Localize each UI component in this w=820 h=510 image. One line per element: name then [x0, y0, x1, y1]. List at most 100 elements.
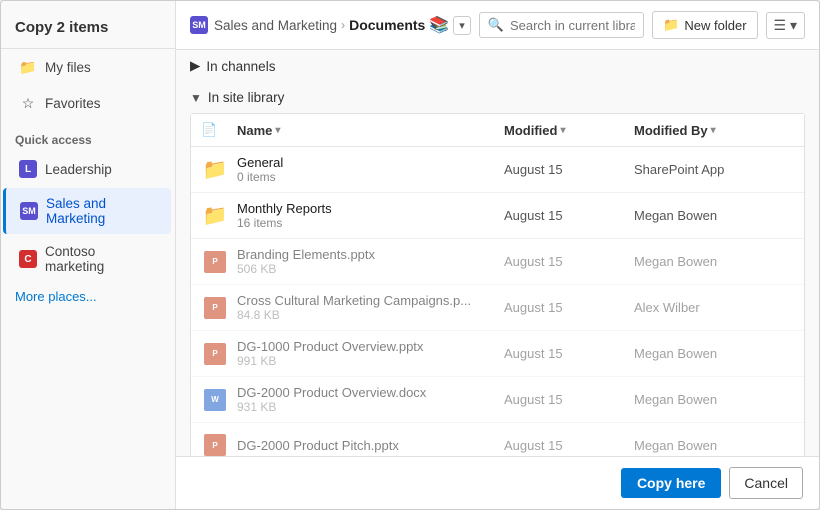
table-row[interactable]: 📁 General 0 items August 15 SharePoint A…	[191, 147, 804, 193]
new-folder-icon: 📁	[663, 17, 679, 33]
folder-dropdown-button[interactable]: ▾	[453, 16, 471, 35]
table-row[interactable]: P DG-1000 Product Overview.pptx 991 KB A…	[191, 331, 804, 377]
table-header: 📄 Name ▾ Modified ▾ Modified By ▾	[191, 114, 804, 147]
docx-icon: W	[201, 386, 229, 414]
modified-date: August 15	[504, 254, 634, 269]
new-folder-button[interactable]: 📁 New folder	[652, 11, 757, 39]
file-sub: 991 KB	[237, 354, 504, 368]
search-box: 🔍	[479, 12, 644, 38]
in-site-library-row[interactable]: ▼ In site library	[176, 82, 819, 113]
right-content: ▶ In channels ▼ In site library 📄 Name ▾	[176, 50, 819, 509]
dialog-footer: Copy here Cancel	[176, 456, 819, 509]
file-name: Branding Elements.pptx	[237, 247, 504, 262]
modified-by-sort-icon: ▾	[711, 125, 716, 136]
contoso-icon: C	[19, 250, 37, 268]
in-channels-caret: ▶	[190, 58, 200, 74]
in-site-caret: ▼	[190, 91, 202, 105]
col-modified[interactable]: Modified ▾	[504, 123, 634, 138]
in-site-label: In site library	[208, 90, 285, 105]
sidebar-item-sales-marketing[interactable]: SM Sales and Marketing	[3, 188, 171, 234]
sidebar-item-sales-marketing-label: Sales and Marketing	[46, 196, 157, 226]
sidebar-item-leadership[interactable]: L Leadership	[5, 152, 171, 186]
cancel-button[interactable]: Cancel	[729, 467, 803, 499]
copy-dialog: Copy 2 items 📁 My files ☆ Favorites Quic…	[0, 0, 820, 510]
modified-by: Megan Bowen	[634, 346, 794, 361]
in-channels-row[interactable]: ▶ In channels	[176, 50, 819, 82]
leadership-icon: L	[19, 160, 37, 178]
pptx-icon: P	[201, 431, 229, 459]
modified-by: Megan Bowen	[634, 392, 794, 407]
modified-by: Megan Bowen	[634, 208, 794, 223]
col-name-label: Name	[237, 123, 272, 138]
modified-sort-icon: ▾	[560, 125, 565, 136]
my-files-icon: 📁	[19, 58, 37, 76]
documents-icon: 📚	[429, 15, 449, 35]
nav-my-files-label: My files	[45, 60, 91, 75]
file-type-icon: 📄	[201, 122, 217, 138]
pptx-icon: P	[201, 294, 229, 322]
modified-date: August 15	[504, 438, 634, 453]
table-row[interactable]: P Cross Cultural Marketing Campaigns.p..…	[191, 285, 804, 331]
right-panel: SM Sales and Marketing › Documents 📚 ▾ 🔍…	[176, 1, 819, 509]
modified-date: August 15	[504, 392, 634, 407]
menu-icon: ☰ ▾	[774, 17, 797, 33]
table-row[interactable]: 📁 Monthly Reports 16 items August 15 Meg…	[191, 193, 804, 239]
file-name: Monthly Reports	[237, 201, 504, 216]
more-places-link[interactable]: More places...	[1, 283, 175, 310]
site-name: Sales and Marketing	[214, 18, 337, 33]
sidebar-item-leadership-label: Leadership	[45, 162, 112, 177]
copy-here-button[interactable]: Copy here	[621, 468, 721, 498]
breadcrumb: SM Sales and Marketing › Documents 📚 ▾	[190, 15, 471, 35]
modified-date: August 15	[504, 162, 634, 177]
pptx-icon: P	[201, 340, 229, 368]
nav-favorites[interactable]: ☆ Favorites	[5, 86, 171, 120]
col-name[interactable]: Name ▾	[237, 123, 504, 138]
file-sub: 16 items	[237, 216, 504, 230]
search-input[interactable]	[510, 18, 635, 33]
folder-icon: 📁	[201, 156, 229, 184]
name-sort-icon: ▾	[275, 125, 280, 136]
right-header: SM Sales and Marketing › Documents 📚 ▾ 🔍…	[176, 1, 819, 50]
modified-by: Alex Wilber	[634, 300, 794, 315]
favorites-icon: ☆	[19, 94, 37, 112]
file-name-cell: Branding Elements.pptx 506 KB	[237, 247, 504, 276]
file-sub: 931 KB	[237, 400, 504, 414]
col-modified-by[interactable]: Modified By ▾	[634, 123, 794, 138]
col-modified-label: Modified	[504, 123, 557, 138]
col-icon: 📄	[201, 122, 237, 138]
file-name: DG-1000 Product Overview.pptx	[237, 339, 504, 354]
sidebar-item-contoso[interactable]: C Contoso marketing	[5, 236, 171, 282]
pptx-icon: P	[201, 248, 229, 276]
modified-date: August 15	[504, 208, 634, 223]
new-folder-label: New folder	[684, 18, 746, 33]
file-name: DG-2000 Product Overview.docx	[237, 385, 504, 400]
chevron-down-icon: ▾	[459, 19, 465, 32]
file-sub: 506 KB	[237, 262, 504, 276]
file-name-cell: DG-2000 Product Overview.docx 931 KB	[237, 385, 504, 414]
file-name-cell: Monthly Reports 16 items	[237, 201, 504, 230]
sales-marketing-icon: SM	[20, 202, 38, 220]
sidebar-item-contoso-label: Contoso marketing	[45, 244, 157, 274]
breadcrumb-chevron: ›	[341, 18, 345, 32]
file-name-cell: DG-2000 Product Pitch.pptx	[237, 438, 504, 453]
menu-button[interactable]: ☰ ▾	[766, 12, 805, 39]
current-folder: Documents	[349, 17, 425, 33]
quick-access-label: Quick access	[1, 121, 175, 151]
file-list: 📄 Name ▾ Modified ▾ Modified By ▾	[190, 113, 805, 468]
modified-date: August 15	[504, 346, 634, 361]
file-name-cell: Cross Cultural Marketing Campaigns.p... …	[237, 293, 504, 322]
modified-by: Megan Bowen	[634, 438, 794, 453]
site-icon: SM	[190, 16, 208, 34]
file-name: DG-2000 Product Pitch.pptx	[237, 438, 504, 453]
file-name-cell: General 0 items	[237, 155, 504, 184]
modified-date: August 15	[504, 300, 634, 315]
dialog-title: Copy 2 items	[1, 11, 175, 49]
modified-by: Megan Bowen	[634, 254, 794, 269]
folder-icon: 📁	[201, 202, 229, 230]
file-sub: 84.8 KB	[237, 308, 504, 322]
search-icon: 🔍	[488, 17, 504, 33]
in-channels-label: In channels	[206, 59, 275, 74]
table-row[interactable]: W DG-2000 Product Overview.docx 931 KB A…	[191, 377, 804, 423]
table-row[interactable]: P Branding Elements.pptx 506 KB August 1…	[191, 239, 804, 285]
nav-my-files[interactable]: 📁 My files	[5, 50, 171, 84]
